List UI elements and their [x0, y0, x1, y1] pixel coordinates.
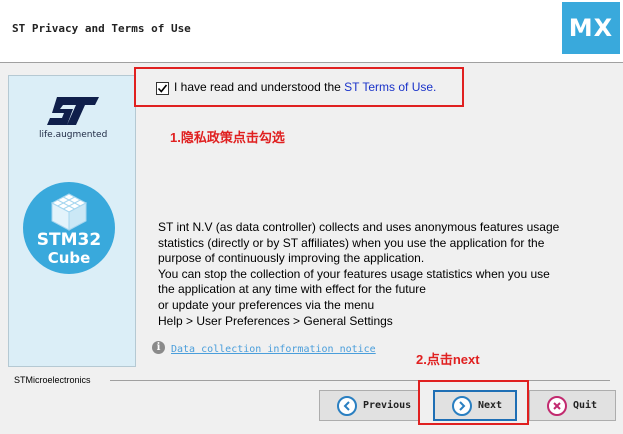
terms-consent-text: I have read and understood the ST Terms …: [174, 80, 436, 94]
info-line: or update your preferences via the menu: [158, 297, 375, 312]
header-divider: [0, 62, 623, 63]
info-line: ST int N.V (as data controller) collects…: [158, 220, 560, 234]
quit-button-label: Quit: [573, 400, 598, 411]
terms-checkbox[interactable]: [156, 82, 169, 95]
cube-label: Cube: [47, 249, 91, 267]
info-line: Help > User Preferences > General Settin…: [158, 313, 393, 328]
terms-consent-highlight: I have read and understood the ST Terms …: [134, 67, 464, 107]
footer-divider: [110, 380, 610, 381]
company-label: STMicroelectronics: [14, 375, 91, 385]
cube-icon: [50, 193, 88, 231]
st-logo-icon: [47, 97, 99, 125]
stm32cube-badge: STM32 Cube: [23, 182, 115, 274]
stm32cubemx-logo: MX: [562, 2, 620, 54]
close-circle-icon: [547, 395, 567, 416]
quit-button[interactable]: Quit: [529, 390, 616, 421]
brand-tagline: life.augmented: [39, 130, 108, 140]
terms-of-use-link[interactable]: ST Terms of Use.: [344, 80, 436, 94]
info-line: purpose of continuously improving the ap…: [158, 251, 425, 266]
terms-consent-label: I have read and understood the: [174, 80, 345, 94]
stm32-label: STM32: [36, 230, 102, 250]
info-line: the application at any time with effect …: [158, 282, 426, 297]
data-collection-info: ST int N.V (as data controller) collects…: [158, 220, 608, 329]
info-line: You can stop the collection of your feat…: [158, 266, 550, 281]
previous-button-label: Previous: [363, 400, 412, 411]
data-collection-notice-link[interactable]: Data collection information notice: [171, 344, 376, 355]
info-icon: i: [152, 341, 165, 354]
arrow-left-circle-icon: [337, 395, 357, 416]
annotation-step2: 2.点击next: [416, 352, 480, 367]
branding-panel: life.augmented STM32 Cube: [8, 75, 136, 367]
window-header: ST Privacy and Terms of Use MX: [0, 0, 623, 62]
window-title: ST Privacy and Terms of Use: [12, 22, 191, 35]
annotation-step1: 1.隐私政策点击勾选: [170, 130, 285, 145]
previous-button[interactable]: Previous: [319, 390, 419, 421]
next-button-highlight: [418, 380, 529, 425]
info-line: statistics (directly or by ST affiliates…: [158, 235, 545, 250]
checkmark-icon: [157, 84, 168, 93]
